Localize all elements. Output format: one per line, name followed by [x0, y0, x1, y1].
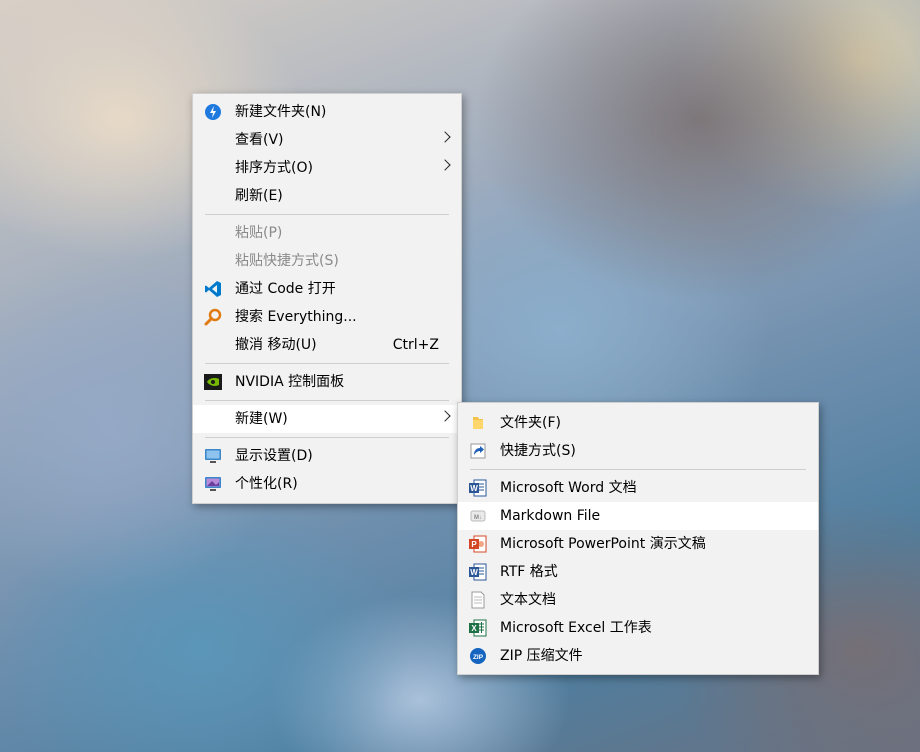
personalize-icon [204, 475, 222, 493]
menu-item-label: 通过 Code 打开 [235, 281, 336, 297]
new-submenu: 文件夹(F) 快捷方式(S) W Microsoft Word 文档 M↓ Ma… [457, 402, 819, 675]
menu-item-label: Microsoft Word 文档 [500, 480, 637, 496]
menu-item-new-folder[interactable]: 新建文件夹(N) [193, 98, 461, 126]
zip-icon: ZIP [469, 647, 487, 665]
svg-text:ZIP: ZIP [473, 654, 484, 661]
word-icon: W [469, 479, 487, 497]
menu-item-personalize[interactable]: 个性化(R) [193, 470, 461, 498]
display-settings-icon [204, 447, 222, 465]
menu-item-sort-by[interactable]: 排序方式(O) [193, 154, 461, 182]
submenu-item-markdown-file[interactable]: M↓ Markdown File [458, 502, 818, 530]
menu-item-new[interactable]: 新建(W) [193, 405, 461, 433]
svg-text:W: W [470, 568, 478, 577]
everything-search-icon [204, 308, 222, 326]
menu-item-view[interactable]: 查看(V) [193, 126, 461, 154]
menu-item-label: Markdown File [500, 508, 601, 524]
menu-item-label: 新建文件夹(N) [235, 104, 327, 120]
chevron-right-icon [439, 131, 451, 143]
submenu-item-zip-archive[interactable]: ZIP ZIP 压缩文件 [458, 642, 818, 670]
submenu-item-excel-worksheet[interactable]: X Microsoft Excel 工作表 [458, 614, 818, 642]
submenu-item-shortcut[interactable]: 快捷方式(S) [458, 437, 818, 465]
nvidia-icon [204, 373, 222, 391]
menu-item-label: Microsoft PowerPoint 演示文稿 [500, 536, 706, 552]
menu-item-label: 排序方式(O) [235, 160, 313, 176]
menu-item-label: 文本文档 [500, 592, 556, 608]
new-folder-icon [204, 103, 222, 121]
menu-item-label: 粘贴快捷方式(S) [235, 253, 339, 269]
chevron-right-icon [439, 410, 451, 422]
menu-item-undo-move[interactable]: 撤消 移动(U) Ctrl+Z [193, 331, 461, 359]
menu-item-refresh[interactable]: 刷新(E) [193, 182, 461, 210]
menu-separator [205, 437, 449, 438]
excel-icon: X [469, 619, 487, 637]
menu-separator [205, 400, 449, 401]
submenu-item-powerpoint-presentation[interactable]: P Microsoft PowerPoint 演示文稿 [458, 530, 818, 558]
menu-item-label: 刷新(E) [235, 188, 283, 204]
menu-separator [205, 214, 449, 215]
menu-item-label: NVIDIA 控制面板 [235, 374, 345, 390]
menu-item-paste: 粘贴(P) [193, 219, 461, 247]
svg-text:P: P [471, 540, 477, 549]
menu-item-label: ZIP 压缩文件 [500, 648, 583, 664]
submenu-item-word-document[interactable]: W Microsoft Word 文档 [458, 474, 818, 502]
submenu-item-folder[interactable]: 文件夹(F) [458, 409, 818, 437]
submenu-item-text-document[interactable]: 文本文档 [458, 586, 818, 614]
menu-item-nvidia-control-panel[interactable]: NVIDIA 控制面板 [193, 368, 461, 396]
menu-item-label: 快捷方式(S) [500, 443, 576, 459]
powerpoint-icon: P [469, 535, 487, 553]
shortcut-icon [469, 442, 487, 460]
rtf-icon: W [469, 563, 487, 581]
svg-text:M↓: M↓ [474, 515, 482, 521]
menu-item-shortcut: Ctrl+Z [392, 337, 439, 353]
menu-item-label: 搜索 Everything... [235, 309, 357, 325]
menu-item-search-everything[interactable]: 搜索 Everything... [193, 303, 461, 331]
markdown-icon: M↓ [469, 507, 487, 525]
menu-item-label: 撤消 移动(U) [235, 337, 317, 353]
menu-item-paste-shortcut: 粘贴快捷方式(S) [193, 247, 461, 275]
menu-item-display-settings[interactable]: 显示设置(D) [193, 442, 461, 470]
folder-icon [469, 414, 487, 432]
menu-item-label: 新建(W) [235, 411, 288, 427]
submenu-item-rtf-document[interactable]: W RTF 格式 [458, 558, 818, 586]
menu-separator [205, 363, 449, 364]
menu-separator [470, 469, 806, 470]
menu-item-label: RTF 格式 [500, 564, 558, 580]
vscode-icon [204, 280, 222, 298]
text-document-icon [469, 591, 487, 609]
menu-item-label: 粘贴(P) [235, 225, 283, 241]
menu-item-open-with-code[interactable]: 通过 Code 打开 [193, 275, 461, 303]
desktop-context-menu: 新建文件夹(N) 查看(V) 排序方式(O) 刷新(E) 粘贴(P) 粘贴快捷方… [192, 93, 462, 504]
chevron-right-icon [439, 159, 451, 171]
menu-item-label: 查看(V) [235, 132, 284, 148]
menu-item-label: Microsoft Excel 工作表 [500, 620, 652, 636]
menu-item-label: 个性化(R) [235, 476, 298, 492]
menu-item-label: 文件夹(F) [500, 415, 561, 431]
menu-item-label: 显示设置(D) [235, 448, 313, 464]
svg-text:X: X [471, 624, 477, 633]
svg-text:W: W [470, 484, 478, 493]
